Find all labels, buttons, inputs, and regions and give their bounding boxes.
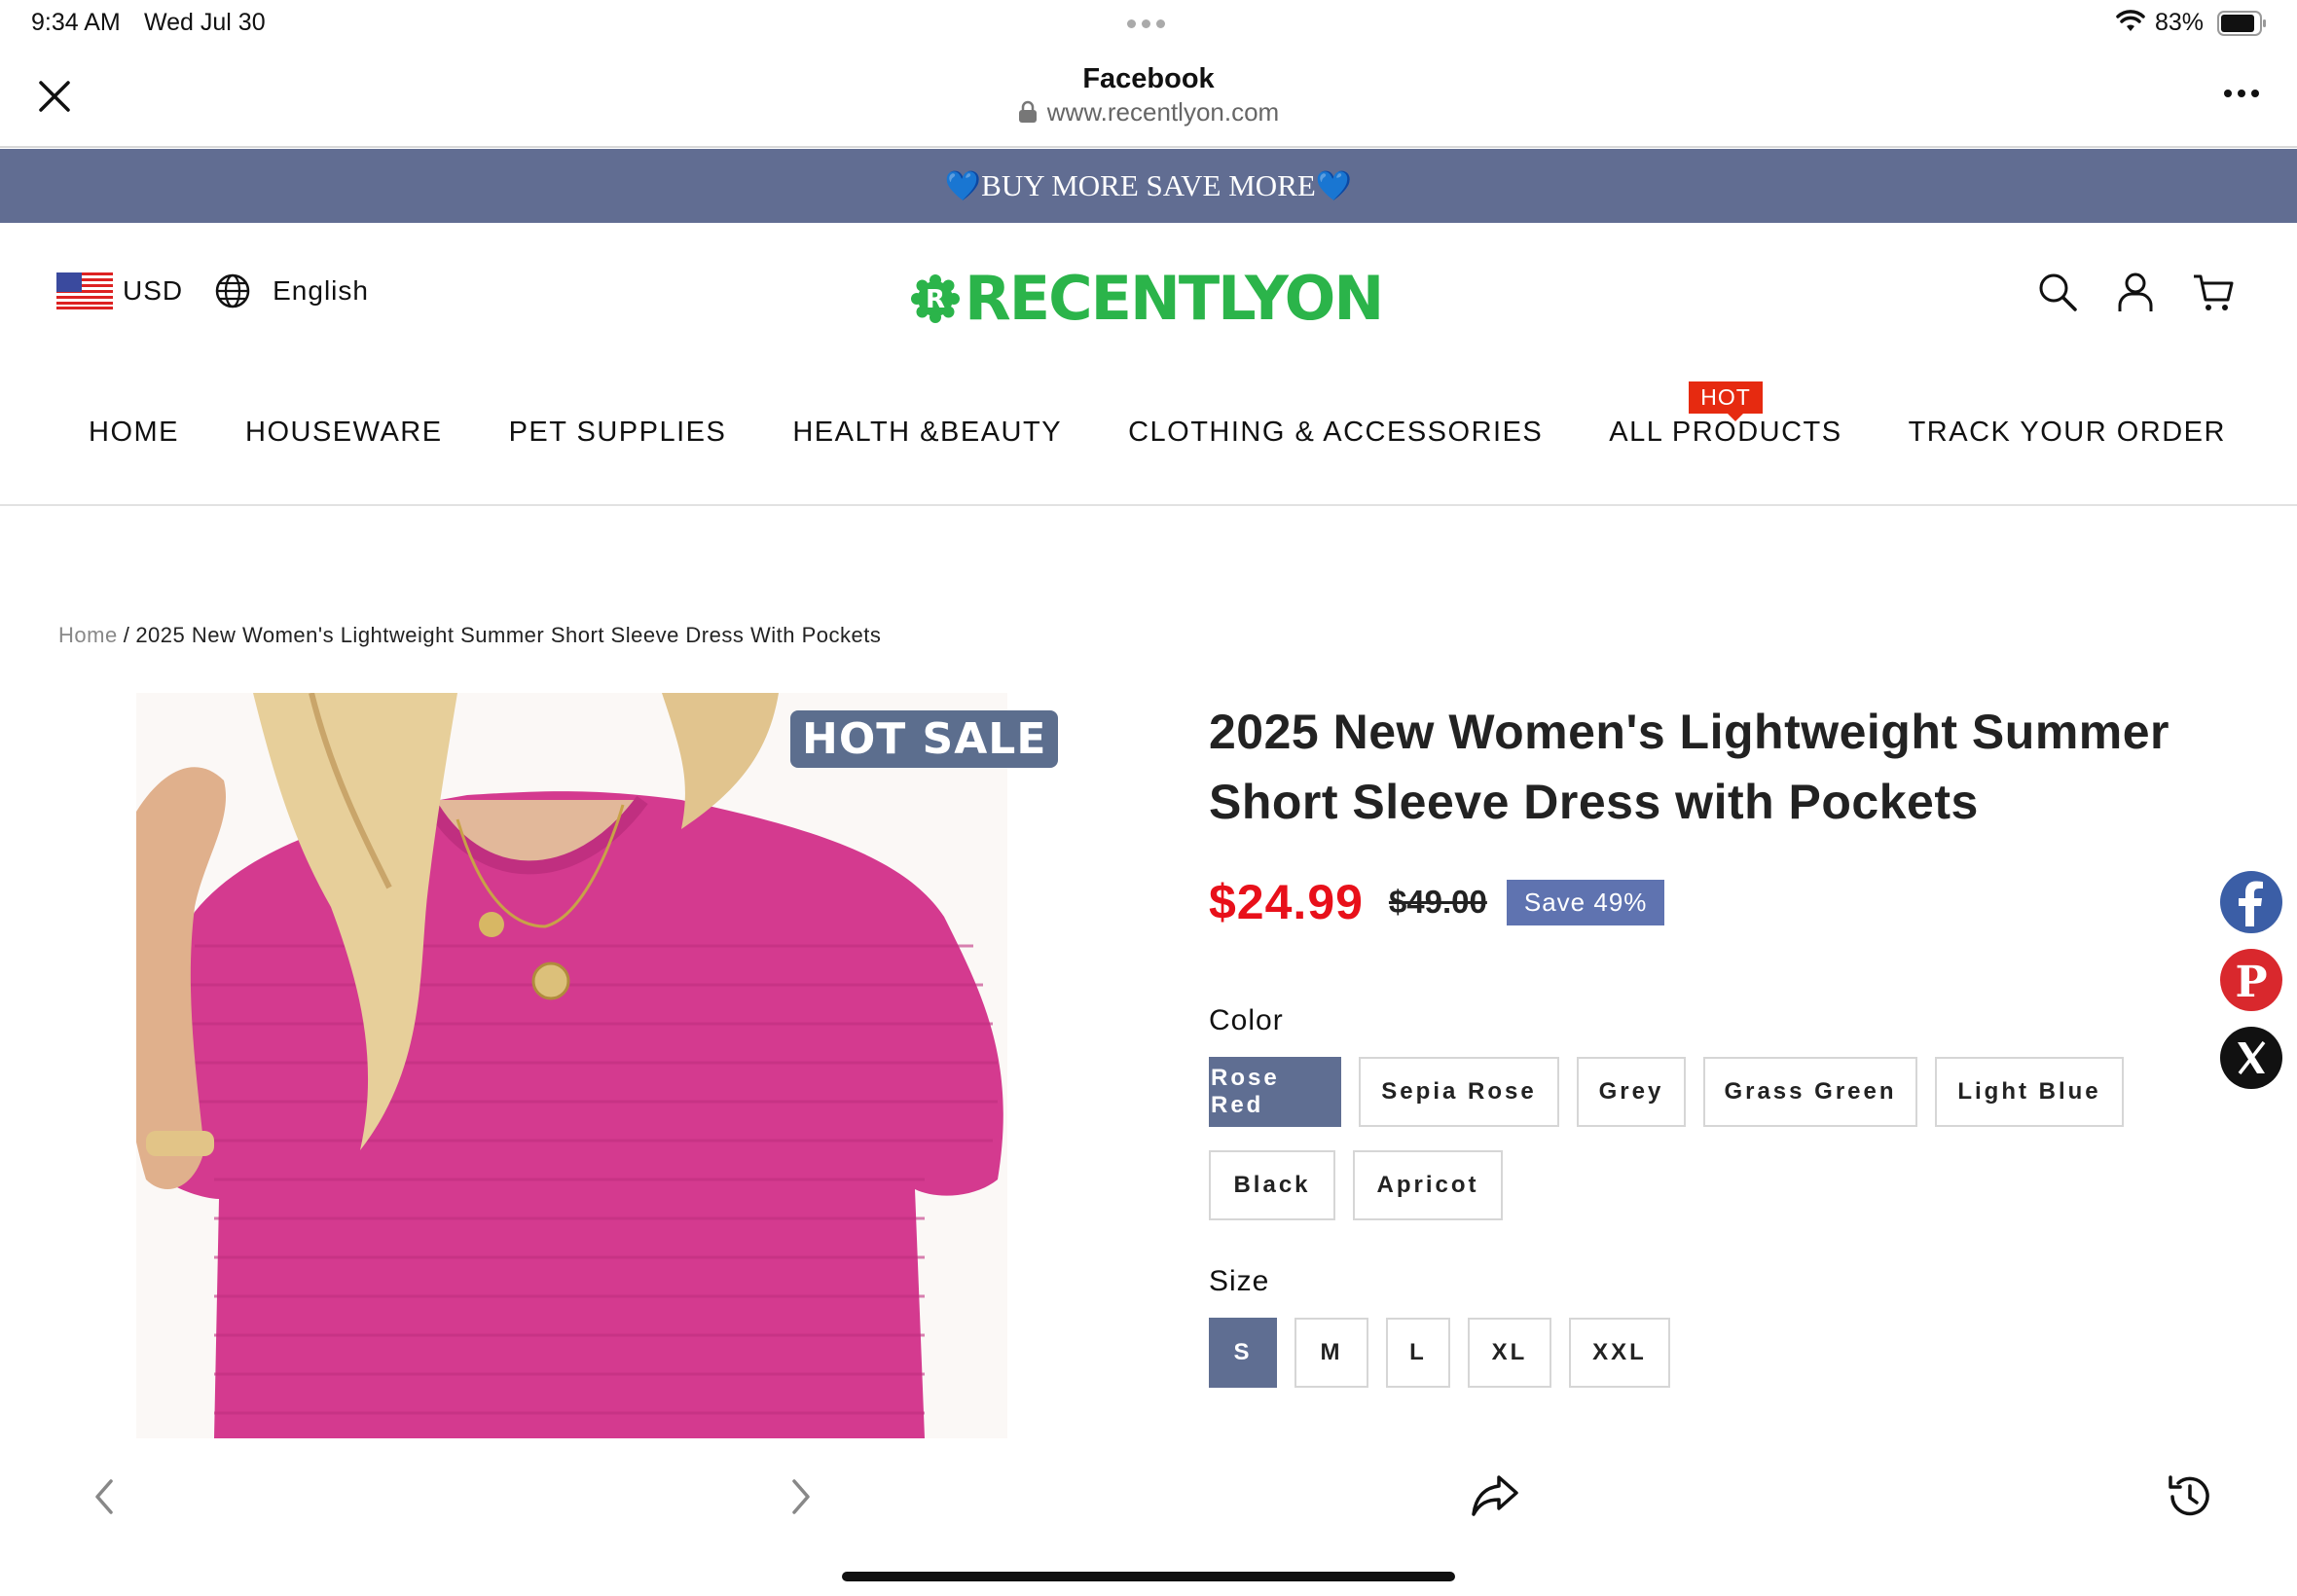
product-image[interactable]	[136, 693, 1007, 1438]
us-flag-icon[interactable]	[56, 272, 113, 309]
product-title-line1: 2025 New Women's Lightweight Summer	[1209, 705, 2170, 759]
currency-selector[interactable]: USD	[123, 275, 183, 307]
account-icon[interactable]	[2116, 271, 2155, 313]
svg-text:R: R	[926, 285, 945, 314]
lock-icon	[1018, 100, 1037, 123]
browser-toolbar	[0, 1438, 2297, 1596]
product-title: 2025 New Women's Lightweight Summer Shor…	[1209, 697, 2231, 837]
color-option-grey[interactable]: Grey	[1577, 1057, 1686, 1127]
save-badge: Save 49%	[1506, 879, 1665, 925]
browser-url[interactable]: www.recentlyon.com	[0, 97, 2297, 127]
size-options: S M L XL XXL	[1209, 1318, 1670, 1388]
breadcrumb: Home/2025 New Women's Lightweight Summer…	[58, 623, 881, 648]
color-option-apricot[interactable]: Apricot	[1353, 1150, 1503, 1220]
size-option-m[interactable]: M	[1294, 1318, 1368, 1388]
breadcrumb-separator: /	[123, 623, 130, 647]
nav-item-houseware[interactable]: HOUSEWARE	[245, 417, 443, 449]
promo-banner: 💙 BUY MORE SAVE MORE 💙	[0, 149, 2297, 223]
battery-percentage: 83%	[2155, 9, 2205, 36]
logo-text: RECENTLYON	[965, 263, 1384, 334]
nav-item-track-order[interactable]: TRACK YOUR ORDER	[1909, 417, 2226, 449]
status-bar: 9:34 AM Wed Jul 30 83%	[0, 0, 2297, 47]
color-options-row2: Black Apricot	[1209, 1150, 1503, 1220]
color-option-light-blue[interactable]: Light Blue	[1935, 1057, 2124, 1127]
nav-item-all-products[interactable]: HOT ALL PRODUCTS	[1609, 381, 1842, 449]
cart-icon[interactable]	[2192, 271, 2235, 313]
size-option-xxl[interactable]: XXL	[1569, 1318, 1670, 1388]
breadcrumb-home-link[interactable]: Home	[58, 623, 118, 647]
language-selector[interactable]: English	[273, 275, 369, 307]
color-option-grass-green[interactable]: Grass Green	[1703, 1057, 1917, 1127]
multitasking-dots-icon[interactable]	[1127, 19, 1165, 28]
more-options-icon[interactable]	[2224, 90, 2259, 97]
product-title-line2: Short Sleeve Dress with Pockets	[1209, 775, 1979, 829]
facebook-icon[interactable]	[2219, 870, 2283, 934]
in-app-browser-header: Facebook www.recentlyon.com	[0, 47, 2297, 148]
status-date: Wed Jul 30	[144, 9, 266, 36]
price-row: $24.99 $49.00 Save 49%	[1209, 874, 1665, 930]
nav-item-all-products-label: ALL PRODUCTS	[1609, 417, 1842, 448]
url-text: www.recentlyon.com	[1046, 97, 1280, 127]
color-options: Rose Red Sepia Rose Grey Grass Green Lig…	[1209, 1057, 2124, 1127]
size-option-l[interactable]: L	[1386, 1318, 1450, 1388]
blue-heart-icon: 💙	[944, 169, 982, 202]
forward-chevron-icon[interactable]	[786, 1475, 816, 1518]
size-label: Size	[1209, 1265, 1270, 1297]
battery-icon	[2217, 11, 2266, 36]
blue-heart-icon: 💙	[1315, 169, 1353, 202]
logo-badge-icon: R	[911, 273, 960, 323]
back-chevron-icon[interactable]	[90, 1475, 119, 1518]
status-time: 9:34 AM	[31, 9, 121, 36]
size-option-xl[interactable]: XL	[1468, 1318, 1551, 1388]
nav-item-health-beauty[interactable]: HEALTH &BEAUTY	[792, 417, 1062, 449]
main-navigation: HOME HOUSEWARE PET SUPPLIES HEALTH &BEAU…	[0, 381, 2297, 506]
product-photo	[136, 693, 1007, 1438]
promo-text: BUY MORE SAVE MORE	[981, 168, 1316, 202]
nav-item-home[interactable]: HOME	[89, 417, 179, 449]
x-icon[interactable]	[2219, 1026, 2283, 1090]
share-arrow-icon[interactable]	[1470, 1471, 1520, 1520]
breadcrumb-current: 2025 New Women's Lightweight Summer Shor…	[135, 623, 882, 647]
size-option-s[interactable]: S	[1209, 1318, 1277, 1388]
pinterest-icon[interactable]: P	[2219, 948, 2283, 1012]
history-icon[interactable]	[2165, 1471, 2215, 1522]
browser-page-title: Facebook	[1082, 63, 1215, 94]
locale-selector: USD English	[56, 272, 369, 309]
header-actions	[2036, 271, 2235, 313]
search-icon[interactable]	[2036, 271, 2079, 313]
color-option-black[interactable]: Black	[1209, 1150, 1335, 1220]
color-label: Color	[1209, 1004, 1284, 1036]
home-indicator[interactable]	[842, 1572, 1455, 1581]
globe-icon[interactable]	[214, 272, 251, 309]
nav-item-clothing-accessories[interactable]: CLOTHING & ACCESSORIES	[1128, 417, 1543, 449]
svg-text:P: P	[2235, 958, 2267, 1007]
store-logo[interactable]: R RECENTLYON	[910, 263, 1384, 334]
nav-item-pet-supplies[interactable]: PET SUPPLIES	[509, 417, 727, 449]
wifi-icon	[2116, 10, 2145, 31]
hot-sale-badge: HOT SALE	[790, 710, 1059, 768]
color-option-rose-red[interactable]: Rose Red	[1209, 1057, 1341, 1127]
compare-price: $49.00	[1388, 884, 1487, 920]
hot-badge: HOT	[1689, 381, 1763, 421]
color-option-sepia-rose[interactable]: Sepia Rose	[1359, 1057, 1559, 1127]
sale-price: $24.99	[1209, 875, 1364, 929]
